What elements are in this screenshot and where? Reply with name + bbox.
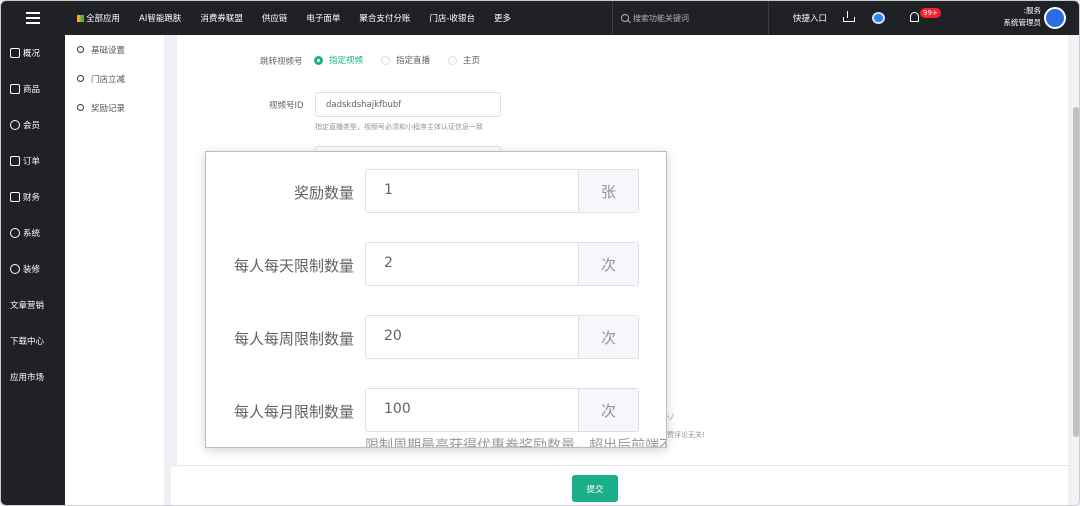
avatar[interactable] [1044,7,1066,29]
nav-store-cashier[interactable]: 门店-收银台 [429,12,475,24]
reward-count-label: 奖励数量 [293,184,354,202]
assistant-bot-icon[interactable] [872,12,885,24]
cart-icon [10,156,20,166]
submenu: 基础设置 门店立减 奖励记录 [65,35,164,505]
reward-count-value: 1 [384,182,393,198]
nav-all-apps[interactable]: 全部应用 [77,12,120,24]
daily-limit-unit: 次 [578,243,638,285]
circle-icon [77,75,84,82]
user-role: 系统管理员 [1003,18,1042,27]
reward-count-unit: 张 [578,170,638,212]
radio-homepage[interactable]: 主页 [448,54,480,66]
monthly-limit-value: 100 [384,401,411,417]
reward-count-input[interactable]: 1 张 [365,169,639,213]
monthly-limit-unit: 次 [578,389,638,431]
monthly-limit-label: 每人每月限制数量 [233,403,354,421]
sidebar-item-overview[interactable]: 概况 [1,35,65,71]
member-icon [10,120,20,130]
top-bar: 全部应用 AI智能跑肤 消费券联盟 供应链 电子面单 聚合支付分账 门店-收银台… [1,1,1079,35]
footer-bar [171,465,1068,505]
sidebar-item-app-market[interactable]: 应用市场 [1,359,65,395]
nav-ai-skin[interactable]: AI智能跑肤 [139,12,181,24]
submit-button[interactable]: 提交 [572,475,618,502]
radio-specified-video[interactable]: 指定视频 [314,54,363,66]
monthly-limit-input[interactable]: 100 次 [365,388,639,432]
notification-badge: 99+ [920,8,941,18]
scrollbar-thumb[interactable] [1073,107,1079,437]
download-icon[interactable] [843,11,855,24]
channel-id-input[interactable]: dadskdshajkfbubf [315,92,501,117]
user-service: :服务 [1023,6,1041,15]
quick-entry-link[interactable]: 快捷入口 [793,1,827,35]
submenu-item-reward-records[interactable]: 奖励记录 [65,93,164,122]
weekly-limit-value: 20 [384,328,402,344]
nav-coupon-alliance[interactable]: 消费券联盟 [200,12,243,24]
channel-id-label: 视频号ID [269,101,304,111]
user-info[interactable]: :服务 系统管理员 [1004,5,1042,29]
limit-hint-cut: 限制周期最高获得优惠券奖励数量，超出后前端不再 [365,438,667,448]
sidebar-item-goods[interactable]: 商品 [1,71,65,107]
brush-icon [10,264,20,274]
circle-icon [77,46,84,53]
search-icon [621,14,629,22]
channel-id-value: dadskdshajkfbubf [326,99,402,110]
nav-more[interactable]: 更多 [494,12,511,24]
daily-limit-input[interactable]: 2 次 [365,242,639,286]
sidebar-item-article-marketing[interactable]: 文章营销 [1,287,65,323]
search-input[interactable]: 搜索功能关键词 [612,1,769,35]
apps-grid-icon [77,15,84,22]
sidebar-item-members[interactable]: 会员 [1,107,65,143]
goods-icon [10,84,20,94]
submenu-item-basic-settings[interactable]: 基础设置 [65,35,164,64]
search-placeholder: 搜索功能关键词 [633,13,689,23]
top-nav: 全部应用 AI智能跑肤 消费券联盟 供应链 电子面单 聚合支付分账 门店-收银台… [77,1,530,35]
finance-icon [10,192,20,202]
channel-id-hint: 指定直播类型，视频号必须和小程序主体认证信息一致 [315,123,483,131]
nav-e-waybill[interactable]: 电子面单 [306,12,340,24]
nav-aggregate-payment[interactable]: 聚合支付分账 [359,12,410,24]
sidebar-item-system[interactable]: 系统 [1,215,65,251]
jump-channel-radio-group: 指定视频 指定直播 主页 [314,54,498,66]
sidebar-item-decoration[interactable]: 装修 [1,251,65,287]
weekly-limit-input[interactable]: 20 次 [365,315,639,359]
partial-hint-1: ゾ [667,414,674,422]
circle-icon [77,104,84,111]
daily-limit-label: 每人每天限制数量 [233,257,354,275]
weekly-limit-label: 每人每周限制数量 [233,330,354,348]
nav-supply-chain[interactable]: 供应链 [262,12,288,24]
bell-icon[interactable] [910,12,919,22]
dashboard-icon [10,48,20,58]
submenu-item-store-discount[interactable]: 门店立减 [65,64,164,93]
weekly-limit-unit: 次 [578,316,638,358]
gear-icon [10,228,20,238]
sidebar-item-download-center[interactable]: 下载中心 [1,323,65,359]
sidebar: 概况 商品 会员 订单 财务 系统 装修 文章营销 下载中心 应用市场 [1,35,65,505]
daily-limit-value: 2 [384,255,393,271]
menu-toggle-icon[interactable] [1,1,65,35]
app-window: 全部应用 AI智能跑肤 消费券联盟 供应链 电子面单 聚合支付分账 门店-收银台… [0,0,1080,506]
sidebar-item-finance[interactable]: 财务 [1,179,65,215]
jump-channel-label: 跳转视频号 [260,57,303,67]
sidebar-item-orders[interactable]: 订单 [1,143,65,179]
zoom-overlay: 奖励数量 1 张 每人每天限制数量 2 次 每人每周限制数量 20 次 每人每月… [205,151,667,448]
partial-hint-2: 赞评论无关! [667,431,705,439]
radio-specified-live[interactable]: 指定直播 [381,54,430,66]
